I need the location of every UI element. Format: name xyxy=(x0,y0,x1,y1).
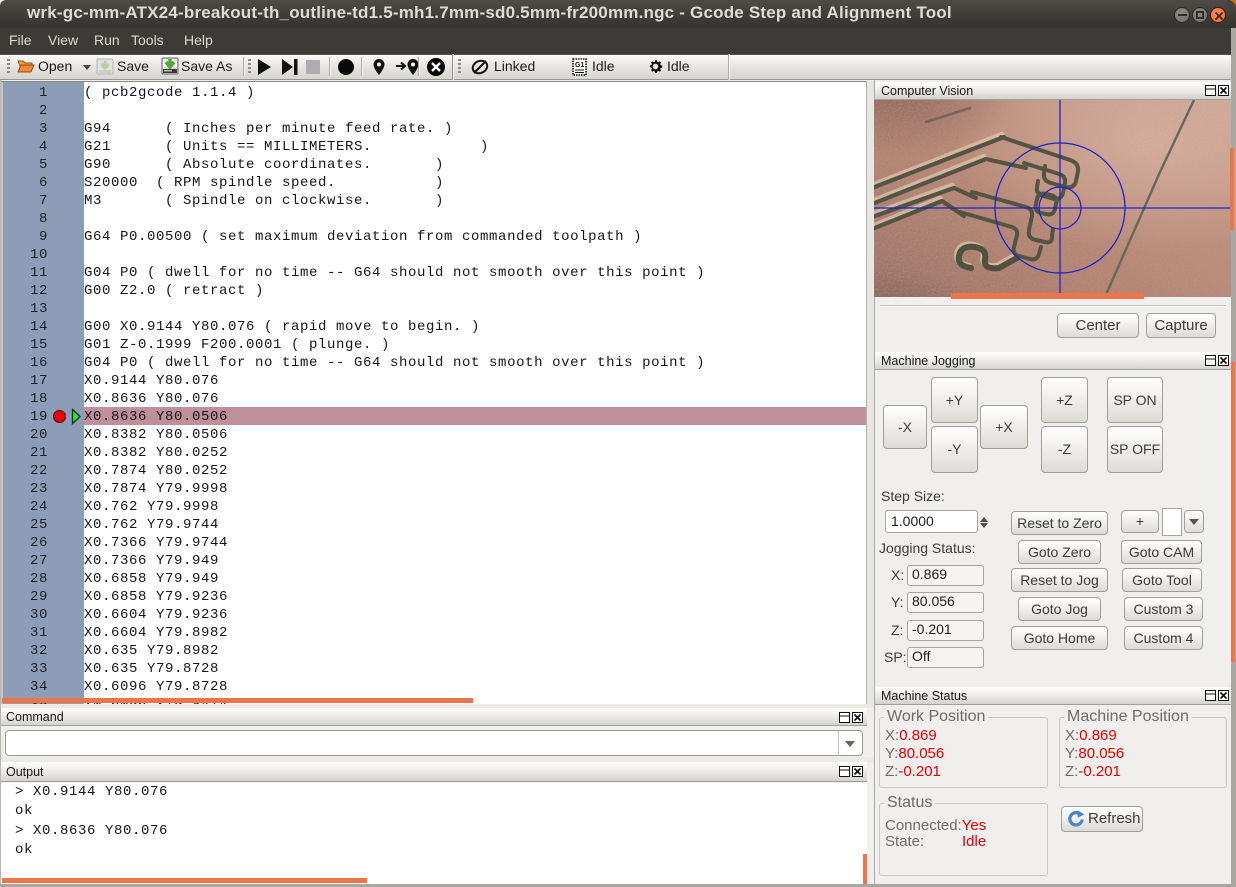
svg-text:G1: G1 xyxy=(575,62,584,69)
